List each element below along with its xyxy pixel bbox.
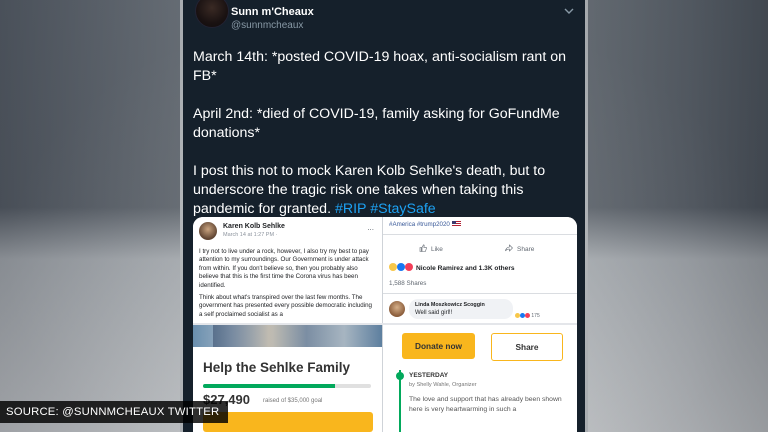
fb-body-paragraph: I try not to live under a rock, however,… xyxy=(199,248,369,289)
us-flag-icon xyxy=(451,221,461,227)
comment-text: Well said girl!! xyxy=(415,310,453,316)
background-left-blur xyxy=(0,0,180,432)
gofundme-progress-fill xyxy=(203,384,335,388)
update-by: by Shelly Wahle, Organizer xyxy=(409,382,477,388)
update-dot-icon xyxy=(396,372,404,380)
divider xyxy=(383,293,577,294)
fb-body-paragraph: Think about what's transpired over the l… xyxy=(199,294,373,318)
avatar[interactable] xyxy=(195,0,229,28)
share-arrow-icon xyxy=(505,244,513,252)
fb-body: I try not to live under a rock, however,… xyxy=(199,248,377,323)
fb-share-button: Share xyxy=(505,244,534,253)
fb-share-label: Share xyxy=(517,246,535,253)
fb-hashtags: #America #trump2020 xyxy=(389,221,461,228)
donate-now-button: Donate now xyxy=(402,333,475,359)
background-right-blur xyxy=(588,0,768,432)
comment-reactions: 175 xyxy=(515,313,540,319)
comment-avatar xyxy=(389,301,405,317)
thumbs-up-icon xyxy=(419,244,427,252)
fb-hashtags-text: #America #trump2020 xyxy=(389,221,450,228)
gofundme-update: YESTERDAY by Shelly Wahle, Organizer The… xyxy=(396,370,571,432)
gofundme-cover-photo xyxy=(193,325,382,347)
love-reaction-icon xyxy=(525,313,530,318)
tweet-media[interactable]: Karen Kolb Sehlke March 14 at 1:27 PM · … xyxy=(193,217,577,432)
source-caption: SOURCE: @SUNNMCHEAUX TWITTER xyxy=(0,401,228,423)
fb-date: March 14 at 1:27 PM · xyxy=(223,232,278,238)
update-text: The love and support that has already be… xyxy=(409,396,562,413)
reaction-summary: Nicole Ramirez and 1.3K others xyxy=(389,263,515,272)
tweet-text: March 14th: *posted COVID-19 hoax, anti-… xyxy=(193,48,577,238)
comment-bubble: Linda Moszkowicz Scoggin Well said girl!… xyxy=(409,299,513,319)
user-handle[interactable]: @sunnmcheaux xyxy=(231,20,303,31)
like-reaction-icon xyxy=(397,263,405,271)
chevron-down-icon[interactable] xyxy=(563,6,575,16)
hashtag-staysafe[interactable]: #StaySafe xyxy=(370,201,435,217)
gofundme-donate-bar xyxy=(203,412,373,432)
facebook-post: Karen Kolb Sehlke March 14 at 1:27 PM · … xyxy=(193,217,382,323)
user-name[interactable]: Sunn m'Cheaux xyxy=(231,6,314,18)
reactions-text: Nicole Ramirez and 1.3K others xyxy=(416,265,515,272)
comment-reaction-count: 175 xyxy=(531,313,540,319)
shares-count: 1,588 Shares xyxy=(389,280,427,287)
more-icon: ... xyxy=(367,223,374,232)
gofundme-share-button: Share xyxy=(491,333,563,361)
tweet-paragraph: April 2nd: *died of COVID-19, family ask… xyxy=(193,106,560,141)
gofundme-title: Help the Sehlke Family xyxy=(203,360,351,375)
tweet-paragraph-last: I post this not to mock Karen Kolb Sehlk… xyxy=(193,162,577,219)
tweet-paragraph: March 14th: *posted COVID-19 hoax, anti-… xyxy=(193,49,566,84)
haha-reaction-icon xyxy=(389,263,397,271)
fb-author: Karen Kolb Sehlke xyxy=(223,223,285,230)
fb-like-button: Like xyxy=(419,244,443,253)
gofundme-progress-bar xyxy=(203,384,371,388)
love-reaction-icon xyxy=(405,263,413,271)
fb-like-label: Like xyxy=(431,246,443,253)
gofundme-goal-text: raised of $35,000 goal xyxy=(263,398,323,404)
update-when: YESTERDAY xyxy=(409,372,449,379)
fb-avatar xyxy=(199,222,217,240)
facebook-reactions: #America #trump2020 Like Share Nicole Ra… xyxy=(383,217,577,323)
tweet-card: Sunn m'Cheaux @sunnmcheaux March 14th: *… xyxy=(183,0,585,432)
hashtag-rip[interactable]: #RIP xyxy=(335,201,366,217)
comment-author: Linda Moszkowicz Scoggin xyxy=(415,302,485,308)
divider xyxy=(383,234,577,235)
